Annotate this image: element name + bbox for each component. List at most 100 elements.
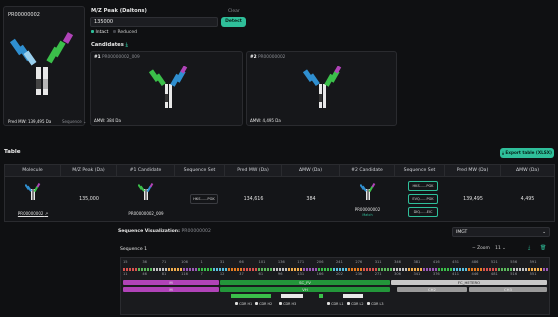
residue-cell xyxy=(546,268,548,271)
intact-radio-mark xyxy=(91,30,94,33)
zoom-out-icon[interactable]: − xyxy=(472,246,476,251)
sequence-chip[interactable]: EVQ......PGK xyxy=(408,194,438,204)
peak-input[interactable]: 135000 xyxy=(90,17,218,27)
tick-row: 11 46 81 116 7 12 37 61 96 131 166 202 236 271 306 341 3… xyxy=(123,272,549,278)
domain-bar[interactable]: FC_HETERO xyxy=(391,280,547,285)
residue-cell xyxy=(147,268,149,271)
residue-cell xyxy=(297,268,299,271)
candidate-card-2[interactable]: #2 PR00000002 ΔMW: 4,495 Da xyxy=(246,51,397,126)
residue-cell xyxy=(273,268,275,271)
residue-cell xyxy=(246,268,248,271)
detect-button[interactable]: Detect xyxy=(221,17,246,27)
domain-bar[interactable]: VH xyxy=(220,287,390,292)
residue-cell xyxy=(318,268,320,271)
peak-input-value: 135000 xyxy=(94,19,114,25)
column-header[interactable]: #2 Candidate xyxy=(340,165,395,177)
cdr-label: CDR H3 xyxy=(279,302,296,306)
residue-cell xyxy=(387,268,389,271)
residue-cell xyxy=(432,268,434,271)
trash-icon[interactable]: 🗑 xyxy=(540,245,546,251)
residue-cell xyxy=(276,268,278,271)
candidate-dmw: ΔMW: 384 Da xyxy=(94,118,121,123)
export-table-button[interactable]: ⤓ Export table (XLSX) xyxy=(500,148,554,158)
residue-cell xyxy=(201,268,203,271)
numbering-scheme-select[interactable]: IMGT ⌄ xyxy=(452,227,550,237)
column-header[interactable]: #1 Candidate xyxy=(117,165,175,177)
tick-label: 516 xyxy=(510,272,518,276)
molecule-link[interactable]: PR00000002 ↗ xyxy=(5,211,61,216)
residue-cell xyxy=(483,268,485,271)
column-header[interactable]: Molecule xyxy=(5,165,61,177)
residue-cell xyxy=(540,268,542,271)
sequence-dropdown[interactable]: Sequence ⌄ xyxy=(62,119,86,124)
residue-cell xyxy=(462,268,464,271)
column-header[interactable]: Pred MW (Da) xyxy=(225,165,282,177)
reduced-radio[interactable]: Reduced xyxy=(113,30,137,35)
domain-bar[interactable]: M xyxy=(123,287,219,292)
residue-cell xyxy=(495,268,497,271)
sequence-chip[interactable]: HKS......PGK xyxy=(190,194,218,204)
residue-cell xyxy=(486,268,488,271)
zoom-control[interactable]: − Zoom 11 ⌄ xyxy=(472,246,506,251)
download-icon[interactable]: ⤓ xyxy=(126,42,128,48)
molecule-id: PR00000002 xyxy=(17,211,44,216)
intact-radio[interactable]: Intact xyxy=(91,30,108,35)
tick-label: 131 xyxy=(297,272,305,276)
column-header[interactable]: ΔMW (Da) xyxy=(282,165,340,177)
residue-cell xyxy=(288,268,290,271)
table-row[interactable]: PR00000002 ↗ 135,000 PR00000002_009 HKS.… xyxy=(5,177,554,222)
sequence-chip[interactable]: HKS......PGK xyxy=(408,181,438,191)
candidate-dmw: ΔMW: 4,495 Da xyxy=(250,118,281,123)
residue-cell xyxy=(324,268,326,271)
residue-cell xyxy=(225,268,227,271)
residue-cell xyxy=(369,268,371,271)
tick-label: 15 xyxy=(123,260,128,264)
results-table: Molecule M/Z Peak (Da) #1 Candidate Sequ… xyxy=(4,164,555,222)
mz-peak-cell: 135,000 xyxy=(79,197,99,202)
domain-bar[interactable]: CH2 xyxy=(397,287,467,292)
tick-label: 416 xyxy=(432,260,440,264)
cdr-region xyxy=(343,294,363,298)
domain-bar[interactable]: CH3 xyxy=(469,287,547,292)
candidate-id: PR00000002_009 xyxy=(101,55,140,60)
tick-label: 136 xyxy=(277,260,285,264)
residue-cell xyxy=(135,268,137,271)
clear-link[interactable]: Clear xyxy=(228,9,240,14)
column-header[interactable]: Pred MW (Da) xyxy=(445,165,501,177)
residue-cell xyxy=(204,268,206,271)
residue-cell xyxy=(519,268,521,271)
residue-cell xyxy=(150,268,152,271)
column-header[interactable]: M/Z Peak (Da) xyxy=(61,165,117,177)
sequence-chip-label: HKS......PGK xyxy=(412,184,434,188)
cdr-label-text: CDR H2 xyxy=(259,302,273,306)
residue-cell xyxy=(528,268,530,271)
external-link-icon: ↗ xyxy=(44,211,49,216)
residue-cell xyxy=(339,268,341,271)
residue-cell xyxy=(222,268,224,271)
residue-cell xyxy=(126,268,128,271)
column-header[interactable]: Sequence Set xyxy=(395,165,445,177)
residue-cell xyxy=(303,268,305,271)
antibody-structure-icon xyxy=(138,183,154,200)
antibody-structure-icon xyxy=(10,32,74,95)
tick-label: 411 xyxy=(452,272,460,276)
peak-label: M/Z Peak (Daltons) xyxy=(91,8,147,14)
tick-label: 106 xyxy=(181,260,188,264)
cdr-marker xyxy=(347,302,350,305)
residue-cell xyxy=(162,268,164,271)
residue-cell xyxy=(198,268,200,271)
candidate-card-1[interactable]: #1 PR00000002_009 ΔMW: 384 Da xyxy=(90,51,243,126)
domain-bar[interactable]: M xyxy=(123,280,219,285)
pred-mw-cell: 134,616 xyxy=(243,197,264,202)
column-header[interactable]: Sequence Set xyxy=(175,165,225,177)
download-icon[interactable]: ⤓ xyxy=(528,245,530,251)
sequence-chip[interactable]: DIQ......EIC xyxy=(408,207,438,217)
residue-cell xyxy=(393,268,395,271)
column-header[interactable]: ΔMW (Da) xyxy=(501,165,554,177)
seqviz-title-label: Sequence Visualization: xyxy=(118,229,180,234)
dmw-cell: 384 xyxy=(306,197,316,202)
seqviz-id: PR00000002 xyxy=(181,229,211,234)
domain-bar[interactable]: SC_FV xyxy=(220,280,390,285)
residue-cell xyxy=(207,268,209,271)
residue-cell xyxy=(252,268,254,271)
